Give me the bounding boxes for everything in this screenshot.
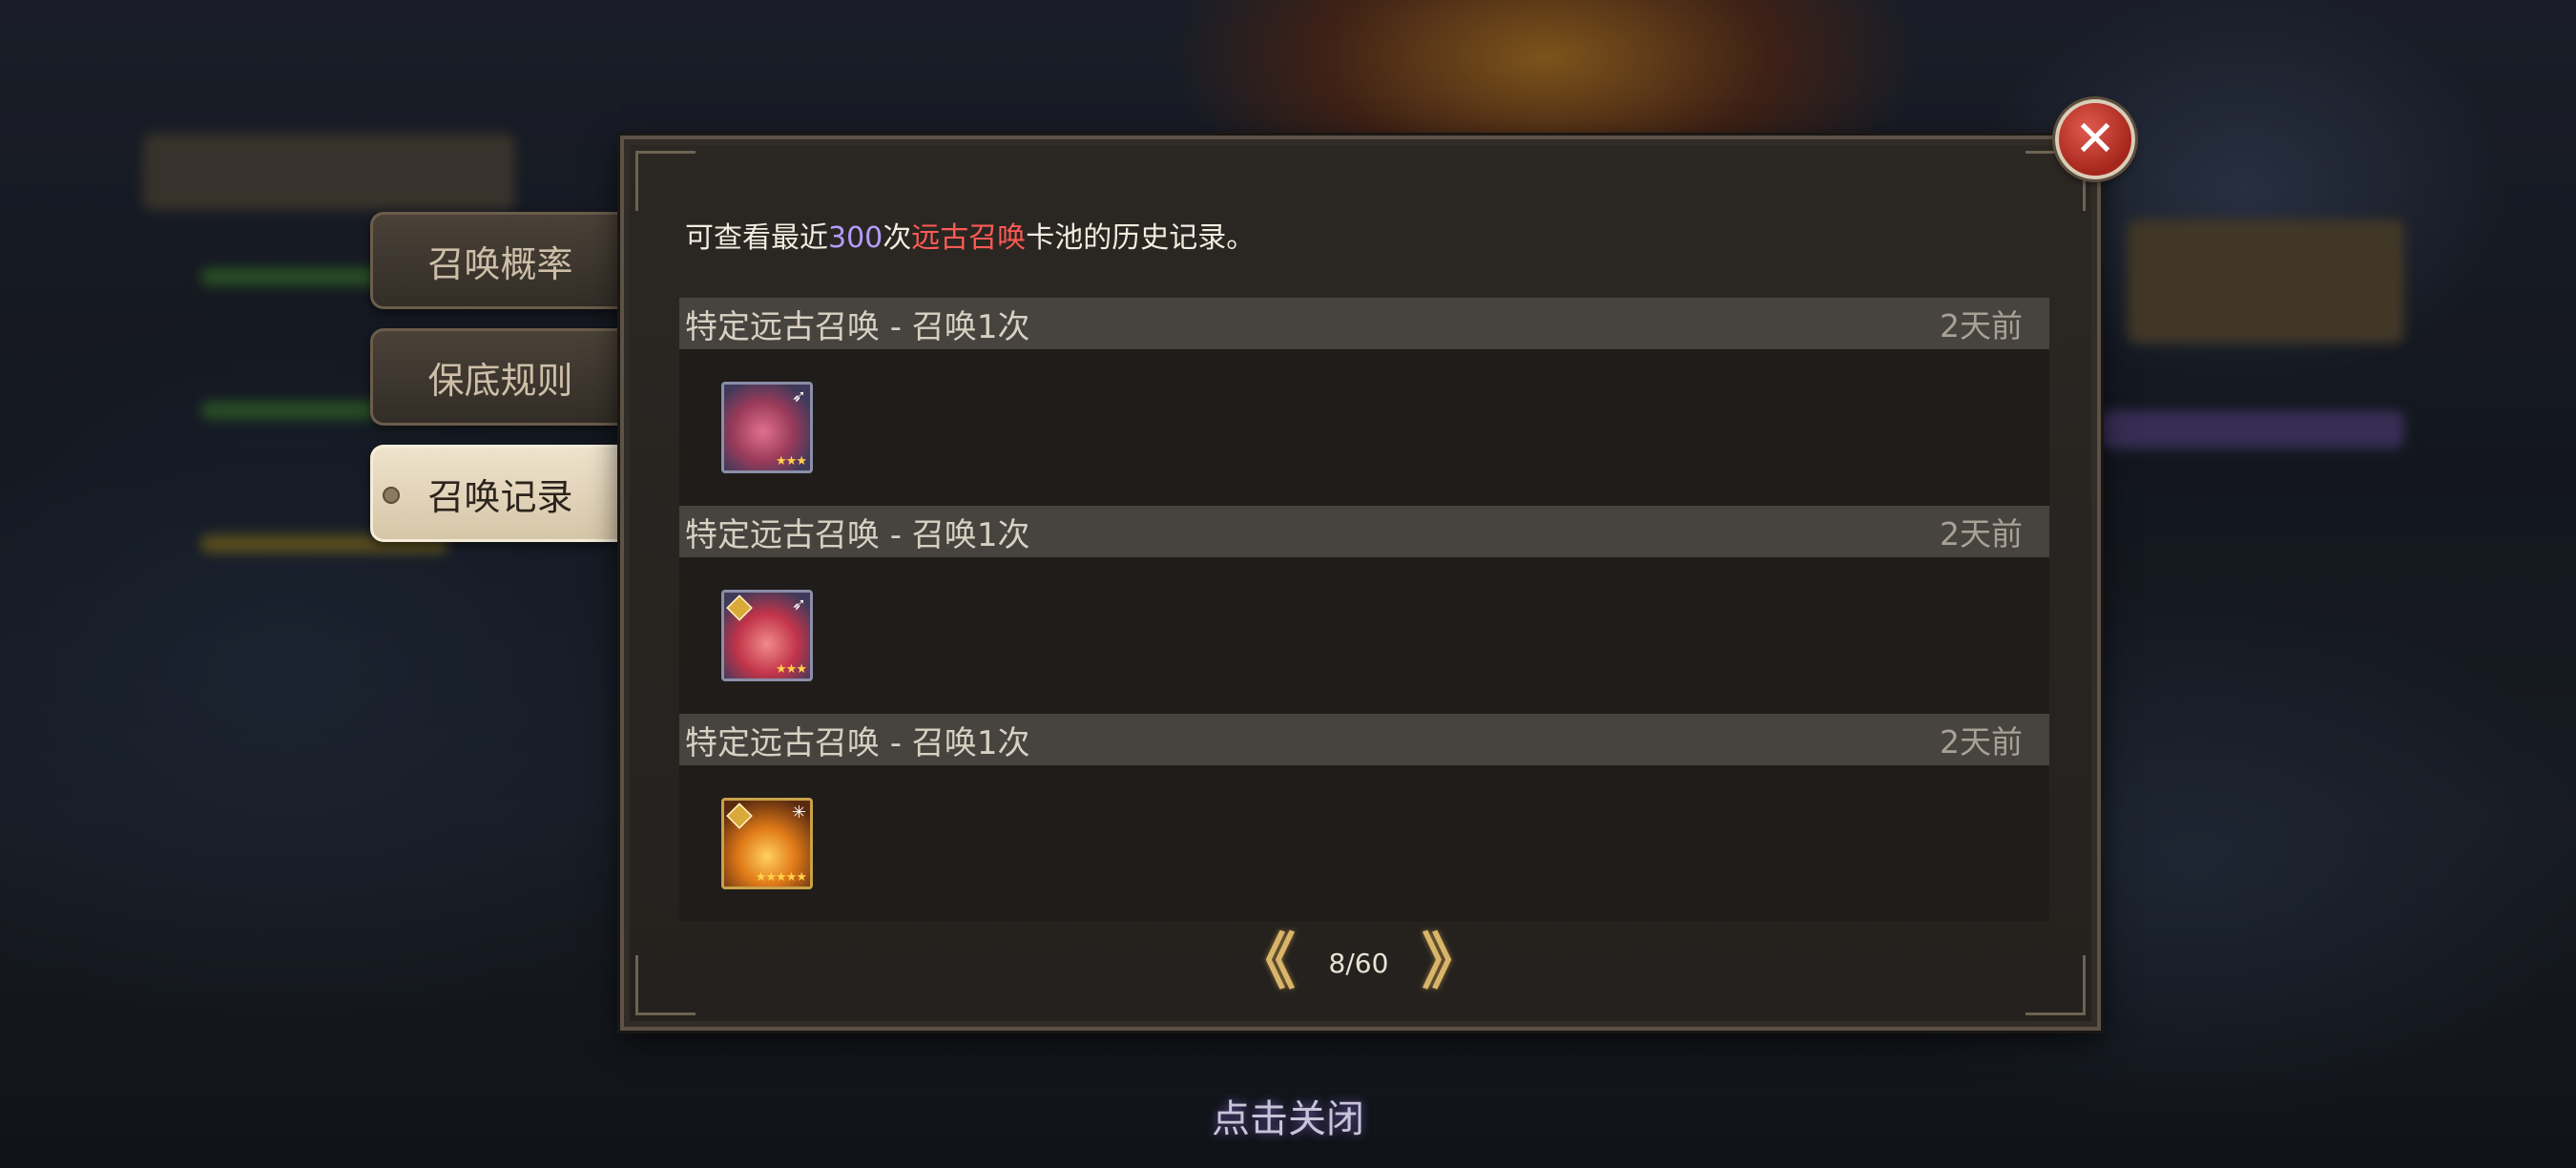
record-header: 特定远古召唤 - 召唤1次 2天前 xyxy=(679,506,2049,557)
hero-portrait[interactable]: ➶ ★★★ xyxy=(721,590,813,681)
record-body: ➶ ★★★ xyxy=(679,557,2049,714)
staff-icon: ✳ xyxy=(791,803,806,823)
list-item: 特定远古召唤 - 召唤1次 2天前 ✳ ★★★★★ xyxy=(679,714,2049,922)
hero-portrait[interactable]: ➶ ★★★ xyxy=(721,382,813,473)
prev-page-button[interactable]: 《 xyxy=(1235,932,1296,993)
description-highlight: 远古召唤 xyxy=(911,221,1027,255)
record-time: 2天前 xyxy=(1940,307,2023,344)
record-body: ➶ ★★★ xyxy=(679,349,2049,506)
tab-summon-history[interactable]: 召唤记录 xyxy=(370,445,628,542)
record-title: 特定远古召唤 - 召唤1次 xyxy=(685,723,1030,762)
corner-ornament xyxy=(635,955,696,1015)
record-time: 2天前 xyxy=(1940,723,2023,761)
record-time: 2天前 xyxy=(1940,515,2023,553)
close-icon: ✕ xyxy=(2074,111,2116,168)
corner-ornament xyxy=(635,151,696,211)
record-title: 特定远古召唤 - 召唤1次 xyxy=(685,307,1030,346)
summon-history-panel: 可查看最近300次远古召唤卡池的历史记录。 特定远古召唤 - 召唤1次 2天前 … xyxy=(620,136,2101,1031)
tap-to-close-hint[interactable]: 点击关闭 xyxy=(1193,1088,1383,1143)
history-list: 特定远古召唤 - 召唤1次 2天前 ➶ ★★★ 特定远古召唤 - 召唤1次 2天… xyxy=(679,298,2049,922)
description-suffix: 卡池的历史记录。 xyxy=(1026,221,1256,255)
tab-summon-rates[interactable]: 召唤概率 xyxy=(370,212,628,309)
next-page-button[interactable]: 》 xyxy=(1422,932,1483,993)
list-item: 特定远古召唤 - 召唤1次 2天前 ➶ ★★★ xyxy=(679,298,2049,506)
hero-stars: ★★★ xyxy=(776,454,807,469)
tab-label: 召唤概率 xyxy=(427,242,573,285)
list-item: 特定远古召唤 - 召唤1次 2天前 ➶ ★★★ xyxy=(679,506,2049,714)
side-tabs: 召唤概率 保底规则 召唤记录 xyxy=(370,212,628,561)
hero-portrait[interactable]: ✳ ★★★★★ xyxy=(721,798,813,889)
bow-icon: ➶ xyxy=(791,386,806,407)
active-tab-indicator-icon xyxy=(383,487,400,504)
description-prefix: 可查看最近 xyxy=(685,221,828,255)
close-button[interactable]: ✕ xyxy=(2055,99,2135,179)
corner-ornament xyxy=(2025,955,2086,1015)
tab-label: 召唤记录 xyxy=(427,475,573,518)
record-header: 特定远古召唤 - 召唤1次 2天前 xyxy=(679,714,2049,765)
description-count: 300 xyxy=(828,221,883,255)
record-title: 特定远古召唤 - 召唤1次 xyxy=(685,515,1030,554)
tab-pity-rules[interactable]: 保底规则 xyxy=(370,328,628,426)
hero-stars: ★★★★★ xyxy=(755,870,807,885)
record-body: ✳ ★★★★★ xyxy=(679,765,2049,922)
tab-label: 保底规则 xyxy=(427,359,573,402)
page-indicator: 8/60 xyxy=(1328,947,1389,979)
pagination: 《 8/60 》 xyxy=(1235,929,1483,996)
record-header: 特定远古召唤 - 召唤1次 2天前 xyxy=(679,298,2049,349)
description-mid: 次 xyxy=(883,221,912,255)
history-description: 可查看最近300次远古召唤卡池的历史记录。 xyxy=(685,214,1255,256)
bow-icon: ➶ xyxy=(791,594,806,615)
hero-stars: ★★★ xyxy=(776,662,807,677)
